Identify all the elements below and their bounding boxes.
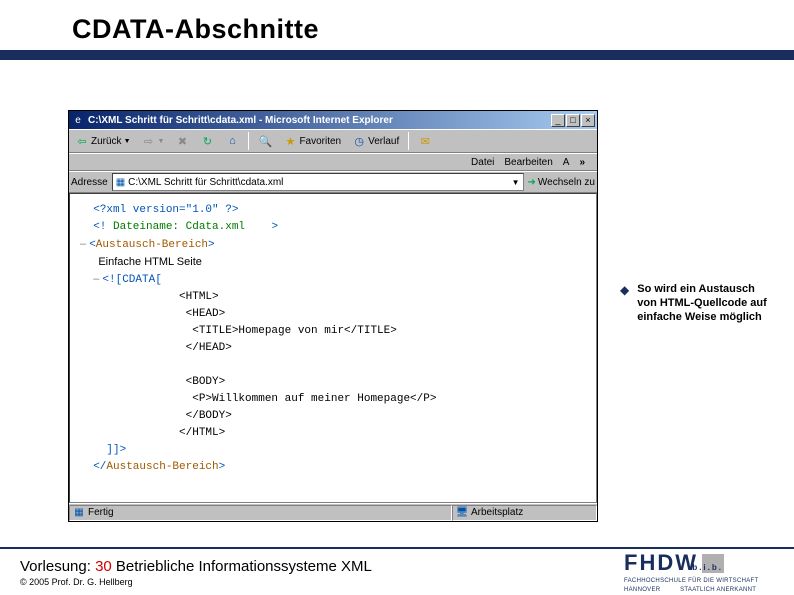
chevron-down-icon: ▼ — [158, 138, 165, 145]
xml-line: </Austausch-Bereich> — [80, 459, 586, 476]
xml-line: – <![CDATA[ — [80, 271, 586, 289]
address-dropdown-icon[interactable]: ▼ — [512, 178, 520, 187]
navigation-toolbar: ⇦ Zurück ▼ ⇨ ▼ ✖ ↻ ⌂ 🔍 ★ Favoriten ◷ Ver… — [69, 129, 597, 153]
home-button[interactable]: ⌂ — [221, 131, 243, 151]
logo-subtitle2: HANNOVER STAATLICH ANERKANNT — [624, 587, 756, 594]
footer-copyright: © 2005 Prof. Dr. G. Hellberg — [20, 577, 624, 587]
go-button[interactable]: ➜ Wechseln zu — [528, 177, 595, 188]
logo-box-icon: b.i.b. — [702, 554, 724, 573]
xml-line: – <Austausch-Bereich> — [80, 236, 586, 254]
document-viewport: <?xml version="1.0" ?> <! Dateiname: Cda… — [69, 193, 597, 503]
chevron-down-icon: ▼ — [124, 138, 131, 145]
xml-line: <! Dateiname: Cdata.xml > — [80, 219, 586, 236]
xml-line: </HEAD> — [80, 340, 586, 357]
favorites-label: Favoriten — [299, 136, 341, 147]
toolbar-separator — [248, 132, 249, 150]
stop-button[interactable]: ✖ — [171, 131, 193, 151]
favorites-button[interactable]: ★ Favoriten — [279, 131, 345, 151]
menu-datei[interactable]: Datei — [471, 157, 494, 168]
footer-lecture: Vorlesung: 30 Betriebliche Informationss… — [20, 558, 624, 575]
back-arrow-icon: ⇦ — [75, 134, 89, 148]
back-label: Zurück — [91, 136, 122, 147]
xml-line: Einfache HTML Seite — [80, 254, 586, 271]
address-label: Adresse — [71, 177, 108, 188]
home-icon: ⌂ — [225, 134, 239, 148]
zone-text: Arbeitsplatz — [471, 507, 523, 518]
minimize-button[interactable]: _ — [551, 114, 565, 127]
stop-icon: ✖ — [175, 134, 189, 148]
logo-text: FHDW — [624, 550, 698, 576]
xml-line — [80, 357, 586, 374]
title-underline — [0, 50, 794, 60]
fhdw-logo: FHDW b.i.b. FACHHOCHSCHULE FÜR DIE WIRTS… — [624, 550, 794, 594]
xml-line: ]]> — [80, 442, 586, 459]
refresh-button[interactable]: ↻ — [196, 131, 218, 151]
zone-icon: 🖥 — [456, 507, 468, 519]
footer-lecture-title: Betriebliche Informationssysteme XML — [116, 558, 372, 575]
address-value: C:\XML Schritt für Schritt\cdata.xml — [128, 177, 283, 188]
menu-ansicht[interactable]: A — [563, 157, 570, 168]
status-text: Fertig — [88, 507, 114, 518]
mail-button[interactable]: ✉ — [414, 131, 436, 151]
footer-lecture-number: 30 — [95, 558, 112, 575]
footer-lecture-label: Vorlesung: — [20, 558, 91, 575]
xml-line: <HEAD> — [80, 306, 586, 323]
status-left: ▦ Fertig — [69, 505, 452, 521]
go-icon: ➜ — [528, 177, 536, 188]
search-button[interactable]: 🔍 — [254, 131, 276, 151]
back-button[interactable]: ⇦ Zurück ▼ — [71, 131, 135, 151]
refresh-icon: ↻ — [200, 134, 214, 148]
slide-title: CDATA-Abschnitte — [72, 14, 319, 45]
xml-line: <P>Willkommen auf meiner Homepage</P> — [80, 391, 586, 408]
window-titlebar: e C:\XML Schritt für Schritt\cdata.xml -… — [69, 111, 597, 129]
status-bar: ▦ Fertig 🖥 Arbeitsplatz — [69, 503, 597, 521]
forward-arrow-icon: ⇨ — [142, 134, 156, 148]
go-label: Wechseln zu — [538, 177, 595, 188]
status-zone: 🖥 Arbeitsplatz — [452, 505, 597, 521]
done-icon: ▦ — [73, 507, 85, 519]
search-icon: 🔍 — [258, 134, 272, 148]
address-input[interactable]: ▦ C:\XML Schritt für Schritt\cdata.xml ▼ — [112, 173, 524, 191]
xml-line: <BODY> — [80, 374, 586, 391]
bullet-item: ◆ So wird ein Austausch von HTML-Quellco… — [620, 282, 770, 324]
xml-line: <HTML> — [80, 289, 586, 306]
mail-icon: ✉ — [418, 134, 432, 148]
toolbar-separator — [408, 132, 409, 150]
menu-bearbeiten[interactable]: Bearbeiten — [504, 157, 552, 168]
logo-subtitle1: FACHHOCHSCHULE FÜR DIE WIRTSCHAFT — [624, 578, 758, 585]
menu-more[interactable]: » — [579, 157, 585, 168]
xml-line: </BODY> — [80, 408, 586, 425]
bullet-diamond-icon: ◆ — [620, 283, 629, 297]
history-button[interactable]: ◷ Verlauf — [348, 131, 403, 151]
history-label: Verlauf — [368, 136, 399, 147]
favorites-icon: ★ — [283, 134, 297, 148]
history-icon: ◷ — [352, 134, 366, 148]
forward-button[interactable]: ⇨ ▼ — [138, 131, 169, 151]
browser-window: e C:\XML Schritt für Schritt\cdata.xml -… — [68, 110, 598, 522]
ie-icon: e — [71, 113, 85, 127]
xml-line: </HTML> — [80, 425, 586, 442]
window-title-text: C:\XML Schritt für Schritt\cdata.xml - M… — [88, 115, 551, 126]
maximize-button[interactable]: □ — [566, 114, 580, 127]
bullet-text: So wird ein Austausch von HTML-Quellcode… — [637, 282, 770, 324]
menubar: Datei Bearbeiten A » — [69, 153, 597, 171]
xml-line: <?xml version="1.0" ?> — [80, 202, 586, 219]
page-icon: ▦ — [116, 177, 125, 188]
slide-footer: Vorlesung: 30 Betriebliche Informationss… — [0, 547, 794, 595]
xml-line: <TITLE>Homepage von mir</TITLE> — [80, 323, 586, 340]
address-bar: Adresse ▦ C:\XML Schritt für Schritt\cda… — [69, 171, 597, 193]
close-button[interactable]: × — [581, 114, 595, 127]
